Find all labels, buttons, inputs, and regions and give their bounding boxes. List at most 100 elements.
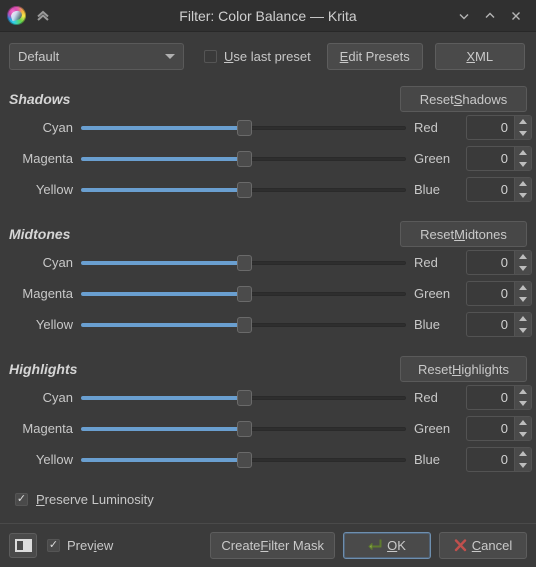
triangle-down-icon <box>519 400 527 406</box>
spinbox-up-button[interactable] <box>515 251 531 263</box>
krita-logo-icon <box>7 6 26 25</box>
slider-handle[interactable] <box>236 181 252 198</box>
reset-midtones-button[interactable]: Reset Midtones <box>400 221 527 247</box>
group-shadows-title: Shadows <box>9 91 71 107</box>
slider-right-label: Green <box>414 421 451 436</box>
preserve-luminosity-checkbox[interactable]: ✓ Preserve Luminosity <box>9 489 527 509</box>
spinbox-up-button[interactable] <box>515 116 531 128</box>
spinbox-down-button[interactable] <box>515 429 531 441</box>
slider-right-label: Blue <box>414 452 441 467</box>
chevron-down-icon[interactable] <box>452 4 476 28</box>
close-x-icon[interactable] <box>504 4 528 28</box>
slider-handle[interactable] <box>236 150 252 167</box>
spinbox-down-button[interactable] <box>515 460 531 472</box>
slider-handle[interactable] <box>236 316 252 333</box>
magenta-green-shadows-spinbox[interactable]: 0 <box>466 146 532 171</box>
slider-right-label: Green <box>414 151 451 166</box>
spinbox-down-button[interactable] <box>515 398 531 410</box>
slider-handle[interactable] <box>236 285 252 302</box>
slider-left-label: Yellow <box>35 317 73 332</box>
double-chevron-up-icon[interactable] <box>34 7 52 25</box>
preview-panel-toggle-button[interactable] <box>9 533 37 558</box>
cancel-button[interactable]: Cancel <box>439 532 527 559</box>
group-highlights-title: Highlights <box>9 361 78 377</box>
triangle-down-icon <box>519 192 527 198</box>
spinbox-up-button[interactable] <box>515 147 531 159</box>
slider-groove-fill <box>81 291 244 296</box>
spinbox-down-button[interactable] <box>515 190 531 202</box>
spinbox-up-button[interactable] <box>515 178 531 190</box>
use-last-preset-checkbox[interactable]: Use last preset <box>204 49 311 64</box>
spinbox-value: 0 <box>500 255 508 270</box>
slider-right-label: Blue <box>414 317 441 332</box>
slider-handle[interactable] <box>236 451 252 468</box>
magenta-green-highlights-spinbox[interactable]: 0 <box>466 416 532 441</box>
yellow-blue-highlights-spinbox[interactable]: 0 <box>466 447 532 472</box>
ok-button[interactable]: OK <box>343 532 431 559</box>
xml-button[interactable]: X ML <box>434 42 525 70</box>
slider-left-label: Yellow <box>35 452 73 467</box>
window-controls <box>452 4 536 28</box>
slider-row: Yellow Blue 0 <box>9 444 532 475</box>
triangle-up-icon <box>519 119 527 125</box>
spinbox-down-button[interactable] <box>515 263 531 275</box>
yellow-blue-midtones-spinbox[interactable]: 0 <box>466 312 532 337</box>
group-midtones-header: Midtones Reset Midtones <box>9 221 527 247</box>
slider-row: Yellow Blue 0 <box>9 174 532 205</box>
magenta-green-midtones-spinbox[interactable]: 0 <box>466 281 532 306</box>
reset-highlights-button[interactable]: Reset Highlights <box>400 356 527 382</box>
create-filter-mask-button[interactable]: Create Filter Mask <box>210 532 335 559</box>
spinbox-buttons <box>514 178 531 201</box>
enter-arrow-icon <box>368 539 382 550</box>
triangle-up-icon <box>519 420 527 426</box>
preset-combobox-value: Default <box>18 48 60 64</box>
magenta-green-shadows-slider[interactable] <box>81 149 406 169</box>
slider-handle[interactable] <box>236 389 252 406</box>
spinbox-up-button[interactable] <box>515 448 531 460</box>
triangle-down-icon <box>519 462 527 468</box>
slider-left-label: Magenta <box>22 151 73 166</box>
dialog-action-buttons: Create Filter Mask OK Cancel <box>210 532 527 559</box>
edit-presets-button[interactable]: Edit Presets <box>326 42 423 70</box>
triangle-up-icon <box>519 285 527 291</box>
title-bar: Filter: Color Balance — Krita <box>0 0 536 32</box>
cyan-red-shadows-spinbox[interactable]: 0 <box>466 115 532 140</box>
magenta-green-midtones-slider[interactable] <box>81 284 406 304</box>
spinbox-up-button[interactable] <box>515 282 531 294</box>
cyan-red-midtones-slider[interactable] <box>81 253 406 273</box>
yellow-blue-highlights-slider[interactable] <box>81 450 406 470</box>
preset-combobox[interactable]: Default <box>9 42 184 70</box>
cyan-red-midtones-spinbox[interactable]: 0 <box>466 250 532 275</box>
checkbox-indicator: ✓ <box>15 492 28 506</box>
spinbox-down-button[interactable] <box>515 159 531 171</box>
slider-row: Magenta Green 0 <box>9 278 532 309</box>
spinbox-up-button[interactable] <box>515 386 531 398</box>
spinbox-down-button[interactable] <box>515 325 531 337</box>
preview-checkbox[interactable]: ✓ Preview <box>47 538 113 553</box>
dialog-body: Default Use last preset Edit Presets X ML… <box>0 32 536 509</box>
group-highlights: Highlights Reset Highlights Cyan Red 0 M… <box>9 356 532 475</box>
spinbox-up-button[interactable] <box>515 417 531 429</box>
reset-shadows-button[interactable]: Reset Shadows <box>400 86 527 112</box>
spinbox-down-button[interactable] <box>515 294 531 306</box>
slider-handle[interactable] <box>236 254 252 271</box>
spinbox-buttons <box>514 147 531 170</box>
cyan-red-highlights-slider[interactable] <box>81 388 406 408</box>
cyan-red-shadows-slider[interactable] <box>81 118 406 138</box>
magenta-green-highlights-slider[interactable] <box>81 419 406 439</box>
triangle-up-icon <box>519 150 527 156</box>
cyan-red-highlights-spinbox[interactable]: 0 <box>466 385 532 410</box>
ok-button-label: OK <box>387 538 406 553</box>
triangle-down-icon <box>519 161 527 167</box>
yellow-blue-shadows-slider[interactable] <box>81 180 406 200</box>
spinbox-up-button[interactable] <box>515 313 531 325</box>
triangle-down-icon <box>519 431 527 437</box>
slider-handle[interactable] <box>236 420 252 437</box>
yellow-blue-midtones-slider[interactable] <box>81 315 406 335</box>
triangle-up-icon <box>519 389 527 395</box>
slider-handle[interactable] <box>236 119 252 136</box>
group-highlights-header: Highlights Reset Highlights <box>9 356 527 382</box>
yellow-blue-shadows-spinbox[interactable]: 0 <box>466 177 532 202</box>
spinbox-down-button[interactable] <box>515 128 531 140</box>
chevron-up-icon[interactable] <box>478 4 502 28</box>
